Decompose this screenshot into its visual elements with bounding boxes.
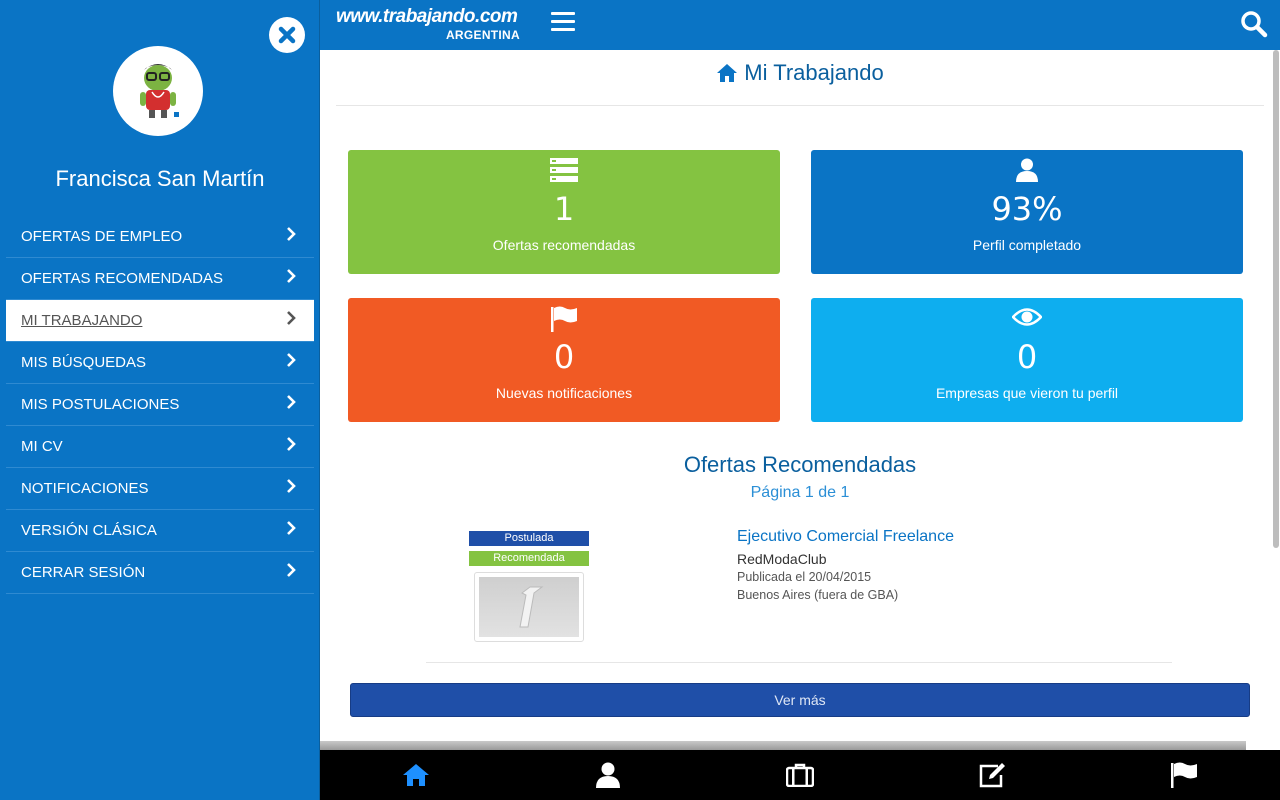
sidebar-item-mi-cv[interactable]: MI CV <box>6 426 314 468</box>
card-profile-completed[interactable]: 93% Perfil completado <box>811 150 1243 274</box>
job-title-link[interactable]: Ejecutivo Comercial Freelance <box>737 528 954 546</box>
home-icon <box>717 64 738 82</box>
user-icon <box>1016 158 1038 182</box>
sidebar-item-label: VERSIÓN CLÁSICA <box>21 522 157 539</box>
sidebar-item-ofertas-recomendadas[interactable]: OFERTAS RECOMENDADAS <box>6 258 314 300</box>
bottom-nav <box>320 750 1280 800</box>
chevron-right-icon <box>287 352 296 367</box>
sidebar-item-mis-postulaciones[interactable]: MIS POSTULACIONES <box>6 384 314 426</box>
user-icon <box>596 762 620 788</box>
nav-jobs-button[interactable] <box>704 750 896 800</box>
sidebar-item-label: MI TRABAJANDO <box>21 312 143 329</box>
footer-shadow <box>320 741 1246 750</box>
search-icon[interactable] <box>1240 10 1268 38</box>
recommended-offers-count: 1 <box>553 190 575 228</box>
sidebar-item-version-clasica[interactable]: VERSIÓN CLÁSICA <box>6 510 314 552</box>
logo-country: ARGENTINA <box>445 28 520 42</box>
new-notifications-count: 0 <box>553 338 575 376</box>
new-notifications-label: Nuevas notificaciones <box>495 385 633 401</box>
sidebar-item-mis-busquedas[interactable]: MIS BÚSQUEDAS <box>6 342 314 384</box>
chevron-right-icon <box>287 562 296 577</box>
edit-icon <box>979 763 1005 788</box>
sidebar-item-label: OFERTAS DE EMPLEO <box>21 228 183 245</box>
chevron-right-icon <box>287 478 296 493</box>
status-badge-recommended: Recomendada <box>469 551 589 566</box>
chevron-right-icon <box>287 226 296 241</box>
chevron-right-icon <box>287 520 296 535</box>
sidebar-item-cerrar-sesion[interactable]: CERRAR SESIÓN <box>6 552 314 594</box>
company-logo-icon <box>519 586 544 628</box>
site-logo[interactable]: www.trabajando.com ARGENTINA <box>336 6 526 44</box>
see-more-button[interactable]: Ver más <box>350 683 1250 717</box>
flag-icon <box>551 306 577 332</box>
page-title-text: Mi Trabajando <box>744 60 884 85</box>
server-icon <box>550 158 578 182</box>
close-sidebar-button[interactable] <box>269 17 305 53</box>
card-new-notifications[interactable]: 0 Nuevas notificaciones <box>348 298 780 422</box>
divider <box>426 662 1172 663</box>
sidebar-item-mi-trabajando[interactable]: MI TRABAJANDO <box>6 300 314 342</box>
nav-notifications-button[interactable] <box>1088 750 1280 800</box>
sidebar-item-label: MIS BÚSQUEDAS <box>21 354 147 371</box>
company-logo[interactable] <box>474 572 584 642</box>
sidebar-item-notificaciones[interactable]: NOTIFICACIONES <box>6 468 314 510</box>
companies-viewed-count: 0 <box>1016 338 1038 376</box>
sidebar-item-label: NOTIFICACIONES <box>21 480 149 497</box>
user-name: Francisca San Martín <box>55 166 265 191</box>
status-badge-applied: Postulada <box>469 531 589 546</box>
logo-text: www.trabajando.com <box>336 6 518 27</box>
job-location: Buenos Aires (fuera de GBA) <box>737 588 899 602</box>
chevron-right-icon <box>287 394 296 409</box>
avatar[interactable] <box>113 46 203 136</box>
eye-icon <box>1012 308 1042 326</box>
divider <box>336 105 1264 106</box>
job-published-date: Publicada el 20/04/2015 <box>737 570 872 584</box>
main-content: Mi Trabajando 1 Ofertas recomendadas 93%… <box>320 50 1272 750</box>
card-recommended-offers[interactable]: 1 Ofertas recomendadas <box>348 150 780 274</box>
briefcase-icon <box>786 763 814 787</box>
nav-edit-button[interactable] <box>896 750 1088 800</box>
menu-icon[interactable] <box>551 12 577 34</box>
card-companies-viewed[interactable]: 0 Empresas que vieron tu perfil <box>811 298 1243 422</box>
profile-completed-label: Perfil completado <box>972 237 1082 253</box>
top-header: www.trabajando.com ARGENTINA <box>320 0 1280 50</box>
avatar-character-icon <box>140 64 179 118</box>
profile-completed-percent: 93% <box>991 190 1063 228</box>
chevron-right-icon <box>287 436 296 451</box>
nav-home-button[interactable] <box>320 750 512 800</box>
sidebar-menu: OFERTAS DE EMPLEO OFERTAS RECOMENDADAS M… <box>6 216 314 594</box>
chevron-right-icon <box>287 310 296 325</box>
sidebar-item-label: MIS POSTULACIONES <box>21 396 180 413</box>
page-title: Mi Trabajando <box>320 60 1280 86</box>
sidebar: Francisca San Martín OFERTAS DE EMPLEO O… <box>0 0 320 800</box>
companies-viewed-label: Empresas que vieron tu perfil <box>935 385 1119 401</box>
home-icon <box>403 764 429 786</box>
job-company: RedModaClub <box>737 551 827 567</box>
sidebar-item-label: CERRAR SESIÓN <box>21 564 146 581</box>
sidebar-item-label: MI CV <box>21 438 63 455</box>
pagination-label: Página 1 de 1 <box>750 484 850 501</box>
recommended-section-title: Ofertas Recomendadas <box>683 452 917 477</box>
sidebar-item-label: OFERTAS RECOMENDADAS <box>21 270 223 287</box>
recommended-offers-label: Ofertas recomendadas <box>492 237 636 253</box>
chevron-right-icon <box>287 268 296 283</box>
nav-profile-button[interactable] <box>512 750 704 800</box>
flag-icon <box>1171 762 1197 788</box>
close-icon <box>278 26 296 44</box>
sidebar-item-ofertas-de-empleo[interactable]: OFERTAS DE EMPLEO <box>6 216 314 258</box>
scrollbar[interactable] <box>1272 50 1280 550</box>
